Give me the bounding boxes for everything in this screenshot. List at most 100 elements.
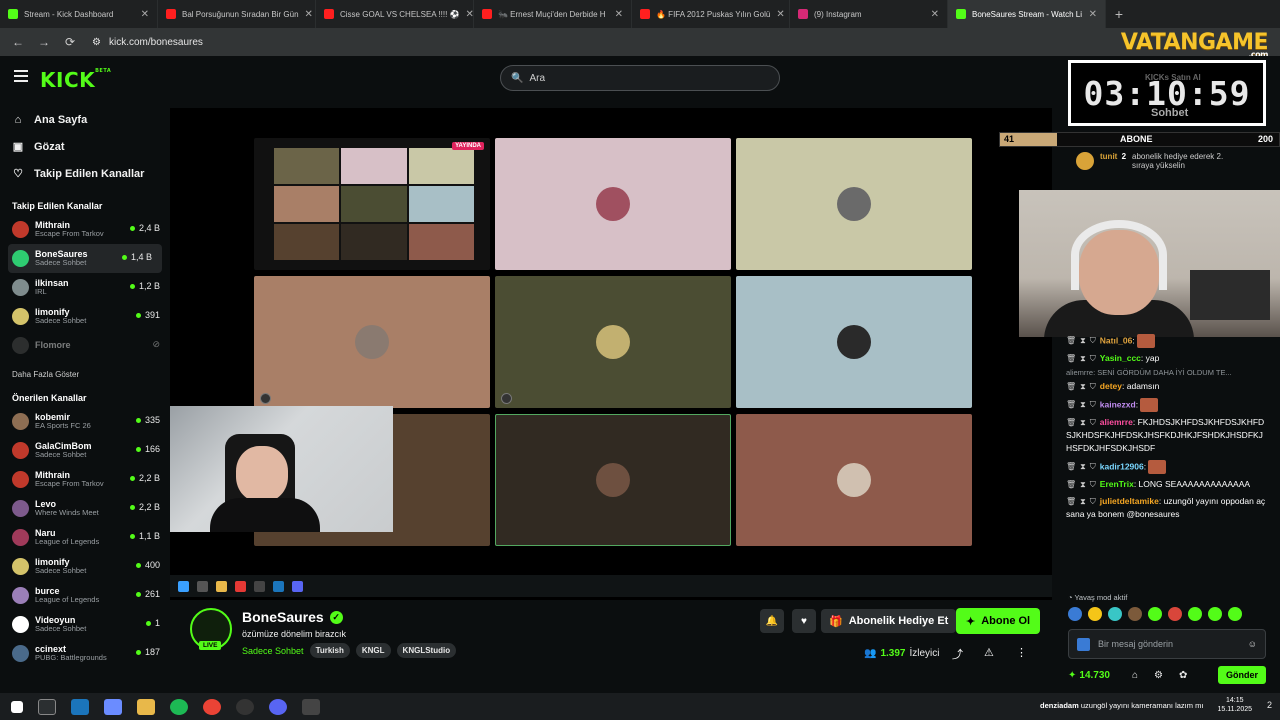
gift-icon[interactable]: ⌂: [1132, 670, 1138, 681]
back-icon[interactable]: ←: [10, 35, 26, 49]
ban-icon[interactable]: ⛉: [1090, 336, 1096, 345]
chat-username[interactable]: detey: [1100, 381, 1122, 391]
subscribe-button[interactable]: ✦ Abone Ol: [956, 608, 1041, 634]
channel-row[interactable]: Mithrain Escape From Tarkov 2,2 B: [0, 465, 170, 494]
channel-row[interactable]: Flomore ⊘: [0, 331, 170, 360]
show-more-link[interactable]: Daha Fazla Göster: [0, 370, 170, 379]
timeout-icon[interactable]: ⧗: [1080, 462, 1086, 471]
timeout-icon[interactable]: ⧗: [1080, 480, 1086, 489]
browser-tab[interactable]: 🔥 FIFA 2012 Puskas Yılın Golü ✕: [632, 0, 790, 28]
tag-pill[interactable]: KNGLStudio: [396, 643, 457, 658]
ban-icon[interactable]: ⛉: [1090, 354, 1096, 363]
system-clock[interactable]: 14:15 15.11.2025: [1217, 696, 1252, 714]
channel-points[interactable]: 14.730: [1079, 670, 1110, 681]
chat-username[interactable]: aliemrre: [1100, 417, 1133, 427]
emoji-icon[interactable]: ☺: [1248, 639, 1257, 649]
search-input[interactable]: 🔍 Ara: [500, 65, 780, 91]
delete-icon[interactable]: 🗑: [1066, 497, 1076, 506]
ban-icon[interactable]: ⛉: [1090, 497, 1096, 506]
emote-icon[interactable]: [1188, 607, 1202, 621]
channel-row[interactable]: GalaCimBom Sadece Sohbet 166: [0, 436, 170, 465]
delete-icon[interactable]: 🗑: [1066, 480, 1076, 489]
channel-row[interactable]: ccinext PUBG: Battlegrounds 187: [0, 639, 170, 668]
sidebar-nav-item[interactable]: ⌂ Ana Sayfa: [0, 106, 170, 133]
notification-count[interactable]: 2: [1267, 700, 1272, 710]
emote-icon[interactable]: [1228, 607, 1242, 621]
ban-icon[interactable]: ⛉: [1090, 400, 1096, 409]
chat-username[interactable]: ErenTrix: [1100, 479, 1134, 489]
badge-icon[interactable]: ✿: [1179, 670, 1187, 681]
delete-icon[interactable]: 🗑: [1066, 354, 1076, 363]
delete-icon[interactable]: 🗑: [1066, 418, 1076, 427]
sidebar-nav-item[interactable]: ▣ Gözat: [0, 133, 170, 160]
windows-start-icon[interactable]: [11, 700, 23, 713]
menu-icon[interactable]: [14, 70, 28, 82]
delete-icon[interactable]: 🗑: [1066, 400, 1076, 409]
emote-icon[interactable]: [1168, 607, 1182, 621]
sidebar-nav-item[interactable]: ♡ Takip Edilen Kanallar: [0, 160, 170, 187]
chat-username[interactable]: kainezxd: [1100, 399, 1136, 409]
category-link[interactable]: Sadece Sohbet: [242, 646, 304, 656]
browser-tab[interactable]: 🐜 Ernest Muçi'den Derbide H ✕: [474, 0, 632, 28]
channel-row[interactable]: burce League of Legends 261: [0, 581, 170, 610]
channel-row[interactable]: Mithrain Escape From Tarkov 2,4 B: [0, 215, 170, 244]
chat-username[interactable]: kadir12906: [1100, 461, 1144, 471]
timeout-icon[interactable]: ⧗: [1080, 400, 1086, 409]
emote-icon[interactable]: [1148, 607, 1162, 621]
channel-row[interactable]: ilkinsan IRL 1,2 B: [0, 273, 170, 302]
channel-row[interactable]: kobemir EA Sports FC 26 335: [0, 407, 170, 436]
discord-icon[interactable]: [269, 698, 287, 715]
delete-icon[interactable]: 🗑: [1066, 462, 1076, 471]
browser-tab[interactable]: Stream - Kick Dashboard ✕: [0, 0, 158, 28]
close-icon[interactable]: ✕: [776, 9, 784, 20]
close-icon[interactable]: ✕: [615, 9, 623, 20]
delete-icon[interactable]: 🗑: [1066, 382, 1076, 391]
kick-logo[interactable]: KICKBETA: [40, 68, 111, 92]
new-tab-button[interactable]: +: [1106, 0, 1132, 28]
browser-tab[interactable]: Cisse GOAL VS CHELSEA !!!! ⚽ ✕: [316, 0, 474, 28]
store-icon[interactable]: [104, 698, 122, 715]
tag-pill[interactable]: KNGL: [355, 643, 391, 658]
url-field[interactable]: ⚙ kick.com/bonesaures: [92, 37, 203, 48]
chat-message[interactable]: 🗑 ⧗ ⛉ ErenTrix: LONG SEAAAAAAAAAAAAA: [1052, 476, 1280, 493]
video-player[interactable]: YAYINDA: [170, 108, 1052, 600]
close-icon[interactable]: ✕: [931, 9, 939, 20]
ban-icon[interactable]: ⛉: [1090, 462, 1096, 471]
chat-username[interactable]: Natıl_06: [1100, 335, 1133, 345]
emote-icon[interactable]: [1088, 607, 1102, 621]
emote-icon[interactable]: [1068, 607, 1082, 621]
channel-row[interactable]: Levo Where Winds Meet 2,2 B: [0, 494, 170, 523]
settings-icon[interactable]: ⚙: [1154, 670, 1163, 681]
close-icon[interactable]: ✕: [1089, 9, 1097, 20]
more-icon[interactable]: ⋮: [1016, 646, 1027, 659]
channel-row[interactable]: Videoyun Sadece Sohbet 1: [0, 610, 170, 639]
steam-icon[interactable]: [71, 698, 89, 715]
chat-message[interactable]: 🗑 ⧗ ⛉ detey: adamsın: [1052, 378, 1280, 395]
chat-message[interactable]: 🗑 ⧗ ⛉ aliemrre: FKJHDSJKHFDSJKHFDSJKHFDSJKH…: [1052, 414, 1280, 458]
channel-row[interactable]: limonify Sadece Sohbet 400: [0, 552, 170, 581]
chat-message[interactable]: 🗑 ⧗ ⛉ Natıl_06:: [1052, 332, 1280, 350]
timeout-icon[interactable]: ⧗: [1080, 354, 1086, 363]
channel-row[interactable]: Naru League of Legends 1,1 B: [0, 523, 170, 552]
timeout-icon[interactable]: ⧗: [1080, 382, 1086, 391]
close-icon[interactable]: ✕: [141, 9, 149, 20]
search-icon[interactable]: [38, 698, 56, 715]
emote-icon[interactable]: [1208, 607, 1222, 621]
app-icon[interactable]: [302, 698, 320, 715]
browser-tab[interactable]: (9) Instagram ✕: [790, 0, 948, 28]
emote-icon[interactable]: [1128, 607, 1142, 621]
forward-icon[interactable]: →: [36, 35, 52, 49]
chat-username[interactable]: julietdeltamike: [1100, 496, 1159, 506]
close-icon[interactable]: ✕: [465, 9, 473, 20]
chat-input[interactable]: Bir mesaj gönderin ☺: [1068, 629, 1266, 659]
close-icon[interactable]: ✕: [305, 9, 313, 20]
browser-tab[interactable]: BoneSaures Stream - Watch Li ✕: [948, 0, 1106, 28]
chat-message[interactable]: 🗑 ⧗ ⛉ kainezxd:: [1052, 396, 1280, 414]
timeout-icon[interactable]: ⧗: [1080, 497, 1086, 506]
chat-message[interactable]: 🗑 ⧗ ⛉ Yasin_ccc: yap: [1052, 350, 1280, 367]
ban-icon[interactable]: ⛉: [1090, 480, 1096, 489]
delete-icon[interactable]: 🗑: [1066, 336, 1076, 345]
chat-username[interactable]: Yasin_ccc: [1100, 353, 1141, 363]
timeout-icon[interactable]: ⧗: [1080, 336, 1086, 345]
timeout-icon[interactable]: ⧗: [1080, 418, 1086, 427]
